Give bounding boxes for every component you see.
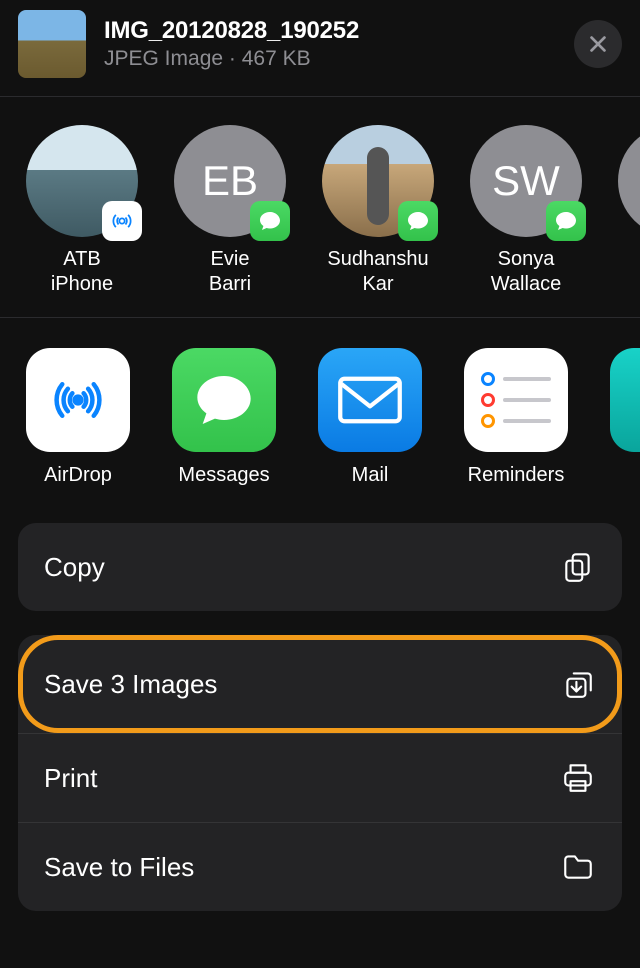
mail-icon [318, 348, 422, 452]
share-contacts-row[interactable]: ATBiPhone EB EvieBarri SudhanshuKar SW [0, 97, 640, 317]
messages-badge-icon [250, 201, 290, 241]
contact-name: EvieBarri [174, 247, 286, 297]
file-name: IMG_20120828_190252 [104, 17, 556, 45]
contact-name: SonyaWallace [470, 247, 582, 297]
avatar [618, 125, 640, 237]
copy-action[interactable]: Copy [18, 523, 622, 611]
share-apps-row[interactable]: AirDrop Messages Mail Reminders Lig [0, 318, 640, 511]
action-label: Print [44, 763, 97, 794]
printer-icon [560, 760, 596, 796]
action-group: Copy [18, 523, 622, 611]
app-label: Mail [318, 464, 422, 487]
action-label: Save to Files [44, 852, 194, 883]
share-sheet-header: IMG_20120828_190252 JPEG Image · 467 KB [0, 0, 640, 96]
app-reminders[interactable]: Reminders [464, 348, 568, 487]
close-icon [587, 33, 609, 55]
messages-icon [172, 348, 276, 452]
save-images-action[interactable]: Save 3 Images [18, 635, 622, 733]
airdrop-icon [26, 348, 130, 452]
messages-badge-icon [546, 201, 586, 241]
contact-sudhanshu-kar[interactable]: SudhanshuKar [322, 125, 434, 297]
app-airdrop[interactable]: AirDrop [26, 348, 130, 487]
app-label: Lig [610, 464, 640, 487]
app-label: AirDrop [26, 464, 130, 487]
print-action[interactable]: Print [18, 733, 622, 822]
close-button[interactable] [574, 20, 622, 68]
app-messages[interactable]: Messages [172, 348, 276, 487]
action-group: Save 3 Images Print Save to Files [18, 635, 622, 911]
contact-atb-iphone[interactable]: ATBiPhone [26, 125, 138, 297]
contact-name: Le [618, 247, 640, 272]
file-meta: JPEG Image · 467 KB [104, 47, 556, 71]
file-info: IMG_20120828_190252 JPEG Image · 467 KB [104, 17, 556, 71]
action-label: Copy [44, 552, 105, 583]
file-thumbnail [18, 10, 86, 78]
contact-name: SudhanshuKar [322, 247, 434, 297]
download-icon [560, 666, 596, 702]
app-mail[interactable]: Mail [318, 348, 422, 487]
copy-icon [560, 549, 596, 585]
messages-badge-icon [398, 201, 438, 241]
save-to-files-action[interactable]: Save to Files [18, 822, 622, 911]
contact-partial[interactable]: Le [618, 125, 640, 297]
contact-evie-barri[interactable]: EB EvieBarri [174, 125, 286, 297]
app-label: Messages [172, 464, 276, 487]
contact-sonya-wallace[interactable]: SW SonyaWallace [470, 125, 582, 297]
action-label: Save 3 Images [44, 669, 217, 700]
app-label: Reminders [464, 464, 568, 487]
airdrop-badge-icon [102, 201, 142, 241]
reminders-icon [464, 348, 568, 452]
app-icon [610, 348, 640, 452]
contact-name: ATBiPhone [26, 247, 138, 297]
folder-icon [560, 849, 596, 885]
app-partial[interactable]: Lig [610, 348, 640, 487]
actions-list: Copy Save 3 Images Print Save to Files [0, 511, 640, 911]
